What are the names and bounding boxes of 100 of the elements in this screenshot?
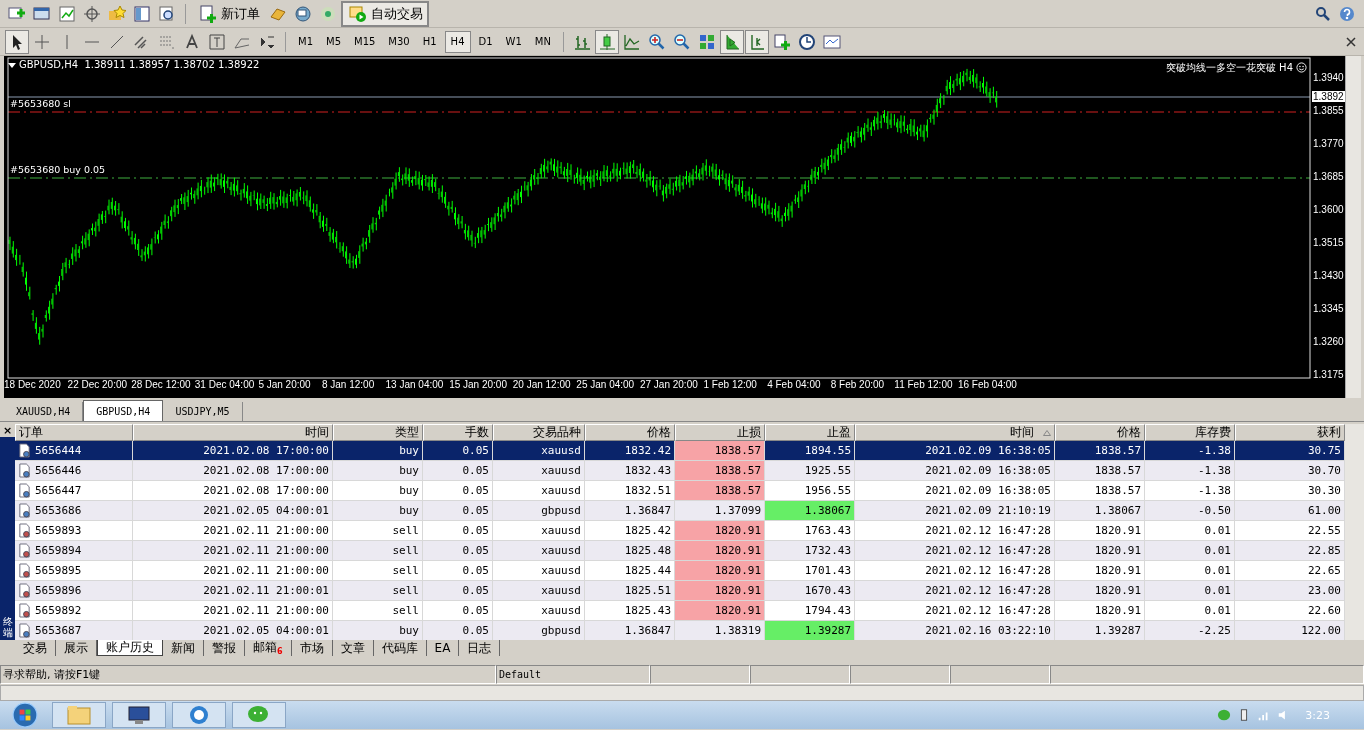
stop-loss-label: #5653680 sl <box>10 98 71 109</box>
table-cell: 2021.02.11 21:00:01 <box>133 581 333 601</box>
table-cell: 0.05 <box>423 541 493 561</box>
table-cell: 1732.43 <box>765 541 855 561</box>
table-cell: 1820.91 <box>675 601 765 621</box>
table-cell: -2.25 <box>1145 621 1235 640</box>
column-header[interactable]: 类型 <box>333 424 423 441</box>
terminal-tab[interactable]: 新闻 <box>163 640 204 656</box>
close-icon[interactable] <box>1344 34 1358 49</box>
chart-tab[interactable]: USDJPY,M5 <box>163 402 243 421</box>
timeframe-button[interactable]: MN <box>529 30 556 53</box>
table-cell: 2021.02.11 21:00:00 <box>133 541 333 561</box>
table-cell: sell <box>333 541 423 561</box>
column-header[interactable]: 止损 <box>675 424 765 441</box>
column-header[interactable]: 手数 <box>423 424 493 441</box>
close-button[interactable]: × <box>0 424 15 437</box>
column-header[interactable]: 库存费 <box>1145 424 1235 441</box>
column-header[interactable]: 时间 <box>855 424 1055 441</box>
column-header[interactable]: 获利 <box>1235 424 1345 441</box>
column-header[interactable]: 交易品种 <box>493 424 585 441</box>
monitor-icon <box>127 705 151 725</box>
price-axis-label: 1.3345 <box>1312 303 1345 314</box>
start-button[interactable] <box>12 702 38 728</box>
time-axis-label: 31 Dec 04:00 <box>194 379 256 390</box>
terminal-tab[interactable]: 账户历史 <box>97 640 163 656</box>
dropdown-arrow-icon[interactable] <box>8 63 16 69</box>
taskbar-button[interactable] <box>112 702 166 728</box>
autoscroll-icon[interactable] <box>745 30 768 53</box>
current-price-label: 1.3892 <box>1312 90 1345 102</box>
column-header[interactable]: 止盈 <box>765 424 855 441</box>
time-axis-label: 25 Jan 04:00 <box>576 379 636 390</box>
timeframe-button[interactable]: H1 <box>417 30 442 53</box>
table-cell: 1838.57 <box>675 461 765 481</box>
column-header[interactable]: 订单 <box>15 424 133 441</box>
table-cell: gbpusd <box>493 501 585 521</box>
terminal-tab[interactable]: 邮箱$_{6}$ <box>245 640 292 656</box>
timeframe-button[interactable]: H4 <box>444 30 471 53</box>
time-axis-label: 28 Dec 12:00 <box>131 379 192 390</box>
time-axis-label: 11 Feb 12:00 <box>894 379 954 390</box>
table-cell: 2021.02.16 03:22:10 <box>855 621 1055 640</box>
time-axis-label: 1 Feb 12:00 <box>703 379 758 390</box>
document-plus-icon <box>197 2 219 25</box>
table-cell: 1820.91 <box>675 561 765 581</box>
column-header[interactable]: 时间 <box>133 424 333 441</box>
time-axis-label: 16 Feb 04:00 <box>957 379 1018 390</box>
circle-icon <box>187 705 211 725</box>
timeframe-button[interactable]: M30 <box>383 30 415 53</box>
timeframe-button[interactable]: M1 <box>293 30 318 53</box>
terminal-tab[interactable]: 文章 <box>332 640 374 656</box>
table-cell: 1670.43 <box>765 581 855 601</box>
price-axis-label: 1.3430 <box>1312 270 1345 281</box>
price-axis-label: 1.3770 <box>1312 138 1345 149</box>
table-cell: 0.01 <box>1145 581 1235 601</box>
table-cell: 5659896 <box>15 581 133 601</box>
timeframe-button[interactable]: M5 <box>321 30 346 53</box>
history-row[interactable]: 5653686 2021.02.05 04:00:01 buy 0.05 gbpusd 1.36847 1.37099 1.38067 2021.02.09 21:10:19 1.38067 -0.50 61.00 <box>15 501 1345 521</box>
timeframe-button[interactable]: M15 <box>349 30 381 53</box>
terminal-tab[interactable]: 市场 <box>291 640 333 656</box>
indicator-label: 突破均线一多空一花突破 H4 <box>1165 61 1293 75</box>
column-header[interactable]: 价格 <box>1055 424 1145 441</box>
timeframe-button[interactable]: D1 <box>473 30 498 53</box>
table-cell: 2021.02.12 16:47:28 <box>855 581 1055 601</box>
candle-chart-icon[interactable] <box>595 30 618 53</box>
taskbar-button[interactable] <box>172 702 226 728</box>
history-row[interactable]: 5656446 2021.02.08 17:00:00 buy 0.05 xauusd 1832.43 1838.57 1925.55 2021.02.09 16:38:05 1838.57 -1.38 30.70 <box>15 461 1345 481</box>
table-cell: 5656446 <box>15 461 133 481</box>
chat-bubble-icon[interactable] <box>1217 708 1232 722</box>
column-header[interactable]: 价格 <box>585 424 675 441</box>
table-cell: 1.36847 <box>585 621 675 640</box>
terminal-tab[interactable]: EA <box>426 640 460 656</box>
time-axis-label: 5 Jan 20:00 <box>258 379 312 390</box>
status-help-text: 寻求帮助, 请按F1键 <box>0 664 496 684</box>
timeframe-button[interactable]: W1 <box>500 30 527 53</box>
table-cell: xauusd <box>493 581 585 601</box>
time-axis-label: 13 Jan 04:00 <box>385 379 445 390</box>
chart-tab[interactable]: GBPUSD,H4 <box>83 400 164 421</box>
shift-icon[interactable] <box>720 30 743 53</box>
terminal-tab[interactable]: 警报 <box>204 640 245 656</box>
terminal-tab[interactable]: 代码库 <box>373 640 427 656</box>
table-cell: 1820.91 <box>675 521 765 541</box>
table-cell: xauusd <box>493 541 585 561</box>
horizontal-scrollbar[interactable] <box>0 685 1364 701</box>
status-profile: Default <box>496 664 650 684</box>
cursor-icon[interactable] <box>6 30 28 53</box>
table-cell: 1820.91 <box>1055 581 1145 601</box>
table-cell: 1820.91 <box>675 581 765 601</box>
history-row[interactable]: 5659896 2021.02.11 21:00:01 sell 0.05 xauusd 1825.51 1820.91 1670.43 2021.02.12 16:47:28 1820.91 0.01 23.00 <box>15 581 1345 601</box>
terminal-tab[interactable]: 日志 <box>459 640 501 656</box>
history-row[interactable]: 5659894 2021.02.11 21:00:00 sell 0.05 xauusd 1825.48 1820.91 1732.43 2021.02.12 16:47:28 1820.91 0.01 22.85 <box>15 541 1345 561</box>
vertical-scrollbar[interactable] <box>1345 56 1361 398</box>
table-cell: buy <box>333 501 423 521</box>
table-cell: -1.38 <box>1145 461 1235 481</box>
terminal-tab[interactable]: 交易 <box>15 640 56 656</box>
table-cell: 1.39287 <box>1055 621 1145 640</box>
history-row[interactable]: 5656444 2021.02.08 17:00:00 buy 0.05 xauusd 1832.42 1838.57 1894.55 2021.02.09 16:38:05 1838.57 -1.38 30.75 <box>15 441 1345 461</box>
price-axis-label: 1.3855 <box>1312 105 1345 116</box>
auto-trading-button[interactable]: 自动交易 <box>342 1 428 26</box>
new-order-button[interactable]: 新订单 <box>193 1 264 26</box>
history-row[interactable]: 5653687 2021.02.05 04:00:01 buy 0.05 gbpusd 1.36847 1.38319 1.39287 2021.02.16 03:22:10 1.39287 -2.25 122.00 <box>15 621 1345 640</box>
table-scrollbar[interactable] <box>1345 424 1364 640</box>
